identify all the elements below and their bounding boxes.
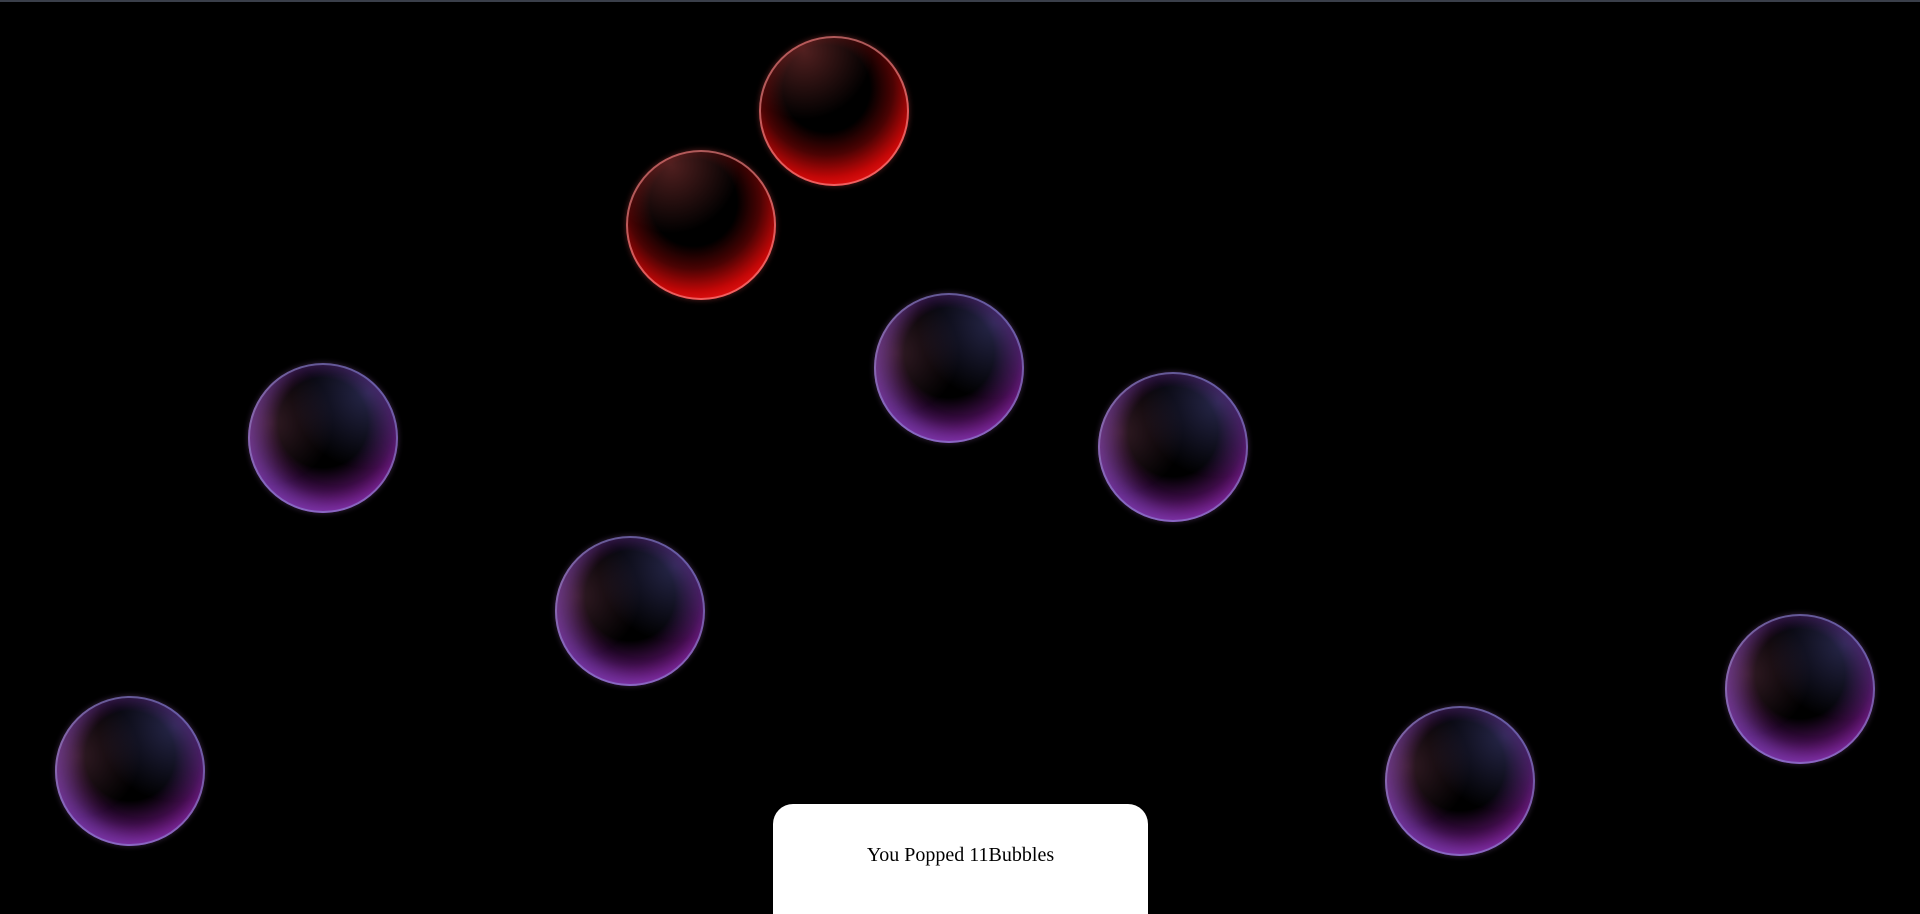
bubble-purple[interactable]	[55, 696, 205, 846]
game-area[interactable]	[0, 2, 1920, 902]
bubble-purple[interactable]	[1098, 372, 1248, 522]
score-text: You Popped 11Bubbles	[866, 844, 1055, 866]
bubble-red[interactable]	[759, 36, 909, 186]
bubble-purple[interactable]	[248, 363, 398, 513]
bubble-purple[interactable]	[1725, 614, 1875, 764]
bubble-purple[interactable]	[874, 293, 1024, 443]
score-panel: You Popped 11Bubbles	[773, 804, 1148, 914]
bubble-red[interactable]	[626, 150, 776, 300]
bubble-purple[interactable]	[555, 536, 705, 686]
bubble-purple[interactable]	[1385, 706, 1535, 856]
